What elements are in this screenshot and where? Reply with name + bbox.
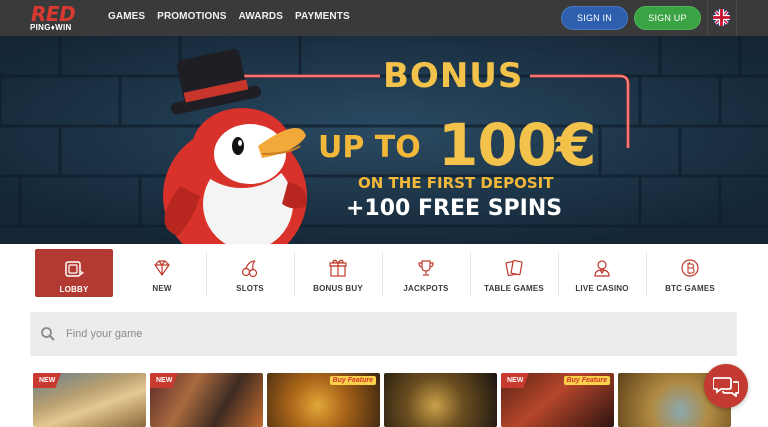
search-icon [41, 327, 55, 341]
sign-up-button[interactable]: SIGN UP [634, 6, 701, 30]
gift-icon [329, 259, 347, 277]
new-badge: NEW [33, 373, 61, 388]
logo-sub-text: PING♦WIN [30, 23, 72, 32]
lobby-icon [65, 261, 84, 277]
bonus-up-to: UP TO [318, 130, 421, 165]
cherries-icon [241, 260, 258, 278]
new-badge: NEW [501, 373, 529, 388]
nav-awards[interactable]: AWARDS [239, 11, 284, 22]
promo-banner[interactable]: BONUS UP TO 100€ ON THE FIRST DEPOSIT +1… [0, 36, 768, 244]
new-badge: NEW [150, 373, 178, 388]
nav-promotions[interactable]: PROMOTIONS [157, 11, 226, 22]
game-tile[interactable]: NEW [33, 373, 146, 427]
sign-in-button[interactable]: SIGN IN [561, 6, 628, 30]
game-tile[interactable] [384, 373, 497, 427]
category-slots[interactable]: SLOTS [206, 248, 294, 300]
bonus-headline: BONUS [383, 56, 524, 96]
category-bar: LOBBY NEW SLOTS BONUS BUY JACKPOTS TABLE… [30, 248, 738, 300]
bonus-free-spins: +100 FREE SPINS [346, 196, 563, 221]
category-bonus-buy[interactable]: BONUS BUY [294, 248, 382, 300]
cards-icon [505, 259, 523, 277]
site-logo[interactable]: RED PING♦WIN [28, 2, 88, 34]
category-label: NEW [152, 284, 172, 293]
category-jackpots[interactable]: JACKPOTS [382, 248, 470, 300]
game-tile[interactable]: NEW [150, 373, 263, 427]
bonus-offer: BONUS UP TO 100€ ON THE FIRST DEPOSIT +1… [0, 36, 768, 244]
search-input[interactable] [66, 324, 666, 344]
game-tile[interactable]: Buy Feature [267, 373, 380, 427]
uk-flag-icon[interactable] [713, 9, 730, 26]
bitcoin-icon [681, 259, 699, 277]
dealer-icon [594, 260, 610, 277]
game-grid: NEW NEW Buy Feature NEW Buy Feature [33, 373, 737, 427]
category-new[interactable]: NEW [118, 248, 206, 300]
buy-feature-badge: Buy Feature [329, 376, 376, 385]
header-divider [736, 0, 737, 36]
category-label: LOBBY [59, 285, 89, 294]
nav-payments[interactable]: PAYMENTS [295, 11, 350, 22]
category-label: LIVE CASINO [575, 284, 629, 293]
top-header: RED PING♦WIN GAMES PROMOTIONS AWARDS PAY… [0, 0, 768, 36]
category-label: JACKPOTS [403, 284, 449, 293]
category-btc-games[interactable]: BTC GAMES [646, 248, 734, 300]
trophy-icon [418, 260, 434, 276]
nav-games[interactable]: GAMES [108, 11, 145, 22]
buy-feature-badge: Buy Feature [563, 376, 610, 385]
category-label: BTC GAMES [665, 284, 715, 293]
game-search-bar[interactable] [30, 312, 737, 356]
game-tile[interactable]: NEW Buy Feature [501, 373, 614, 427]
category-label: SLOTS [236, 284, 264, 293]
diamond-icon [154, 260, 170, 277]
category-live-casino[interactable]: LIVE CASINO [558, 248, 646, 300]
category-lobby[interactable]: LOBBY [35, 249, 113, 297]
main-nav: GAMES PROMOTIONS AWARDS PAYMENTS [108, 11, 362, 22]
bonus-condition: ON THE FIRST DEPOSIT [358, 174, 554, 192]
category-label: BONUS BUY [313, 284, 363, 293]
live-chat-button[interactable] [704, 364, 748, 408]
bonus-amount: 100€ [438, 111, 596, 179]
category-table-games[interactable]: TABLE GAMES [470, 248, 558, 300]
chat-bubbles-icon [713, 377, 739, 397]
category-label: TABLE GAMES [484, 284, 544, 293]
header-divider [707, 0, 708, 36]
